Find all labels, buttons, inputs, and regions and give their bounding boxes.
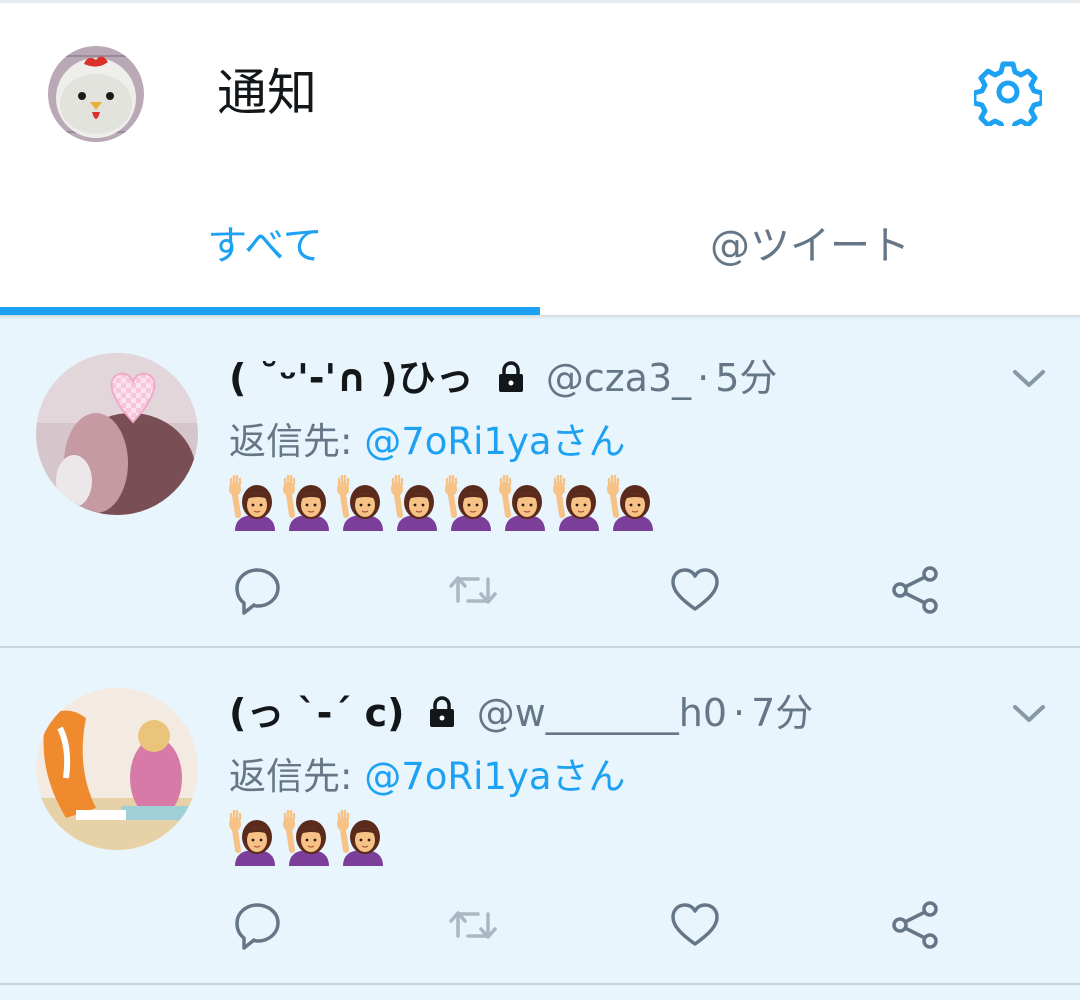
reply-context: 返信先: @7oRi1yaさん: [229, 417, 626, 467]
reply-target-link[interactable]: @7oRi1yaさん: [364, 420, 625, 463]
separator-dot: ·: [733, 691, 746, 735]
reply-label: 返信先:: [229, 420, 353, 463]
heart-icon: [671, 903, 719, 946]
chevron-down-icon: [1013, 370, 1045, 387]
tweet-time: 7分: [751, 691, 814, 735]
tweet-menu-button[interactable]: [1010, 367, 1048, 391]
reply-icon: [235, 568, 280, 615]
my-avatar[interactable]: [48, 46, 144, 142]
author-handle[interactable]: @w_______h0: [477, 691, 727, 735]
settings-button[interactable]: [971, 58, 1045, 135]
tweet-menu-button[interactable]: [1010, 702, 1048, 726]
tab-mentions[interactable]: @ツイート: [540, 183, 1080, 315]
reply-target-link[interactable]: @7oRi1yaさん: [364, 755, 625, 798]
retweet-button[interactable]: [446, 898, 500, 952]
tweet-actions: [0, 898, 1080, 952]
reply-icon: [235, 903, 280, 950]
notification-feed[interactable]: ( ˘ᵕ'-'∩ )ひっ @cza3_·5分 返信先: @7oRi1yaさん: [0, 315, 1080, 1000]
raising-hand-woman-emoji: [445, 475, 491, 531]
tweet-author-avatar[interactable]: [36, 688, 198, 850]
retweet-icon: [449, 576, 497, 604]
raising-hand-woman-emoji: [229, 810, 275, 866]
separator-dot: ·: [697, 356, 710, 400]
raising-hand-woman-emoji: [553, 475, 599, 531]
raising-hand-woman-emoji: [337, 475, 383, 531]
raising-hand-woman-emoji: [499, 475, 545, 531]
raising-hand-woman-emoji: [229, 475, 275, 531]
heart-icon: [671, 568, 719, 611]
page-title: 通知: [217, 64, 317, 122]
share-icon: [892, 901, 938, 949]
chevron-down-icon: [1013, 705, 1045, 722]
tab-all-label: すべて: [207, 223, 323, 269]
share-icon: [892, 566, 938, 614]
like-button[interactable]: [668, 563, 722, 617]
raising-hand-woman-emoji: [391, 475, 437, 531]
tweet-author-avatar[interactable]: [36, 353, 198, 515]
tweet-header: (っ ˋ-ˊ c) @w_______h0 · 7分: [229, 688, 813, 738]
tweet-text: [229, 475, 659, 531]
share-button[interactable]: [888, 563, 942, 617]
lock-icon: [498, 361, 523, 392]
reply-button[interactable]: [230, 563, 284, 617]
retweet-button[interactable]: [446, 563, 500, 617]
like-button[interactable]: [668, 898, 722, 952]
author-name[interactable]: (っ ˋ-ˊ c): [229, 691, 405, 735]
tweet-header: ( ˘ᵕ'-'∩ )ひっ @cza3_ · 5分: [229, 353, 777, 403]
tweet-time: 5分: [715, 356, 778, 400]
share-button[interactable]: [888, 898, 942, 952]
tweet-actions: [0, 563, 1080, 617]
reply-button[interactable]: [230, 898, 284, 952]
app-header: 通知: [0, 3, 1080, 183]
retweet-icon: [449, 911, 497, 939]
raising-hand-woman-emoji: [607, 475, 653, 531]
lock-icon: [429, 696, 454, 727]
notification-tabs: すべて @ツイート: [0, 183, 1080, 315]
reply-label: 返信先:: [229, 755, 353, 798]
raising-hand-woman-emoji: [283, 810, 329, 866]
reply-context: 返信先: @7oRi1yaさん: [229, 752, 626, 802]
tabs-shadow: [0, 315, 1080, 319]
tab-mentions-label: @ツイート: [710, 223, 910, 269]
author-handle[interactable]: @cza3_: [546, 356, 691, 400]
raising-hand-woman-emoji: [337, 810, 383, 866]
raising-hand-woman-emoji: [283, 475, 329, 531]
tweet-item[interactable]: ( ˘ᵕ'-'∩ )ひっ @cza3_ · 5分 返信先: @7oRi1yaさん: [0, 315, 1080, 648]
gear-icon: [971, 61, 1045, 135]
tab-all[interactable]: すべて: [0, 183, 540, 315]
tweet-item[interactable]: (っ ˋ-ˊ c) @w_______h0 · 7分 返信先: @7oRi1yaさん: [0, 650, 1080, 985]
tweet-text: [229, 810, 389, 866]
tab-active-indicator: [0, 307, 540, 315]
author-name[interactable]: ( ˘ᵕ'-'∩ )ひっ: [229, 356, 474, 400]
